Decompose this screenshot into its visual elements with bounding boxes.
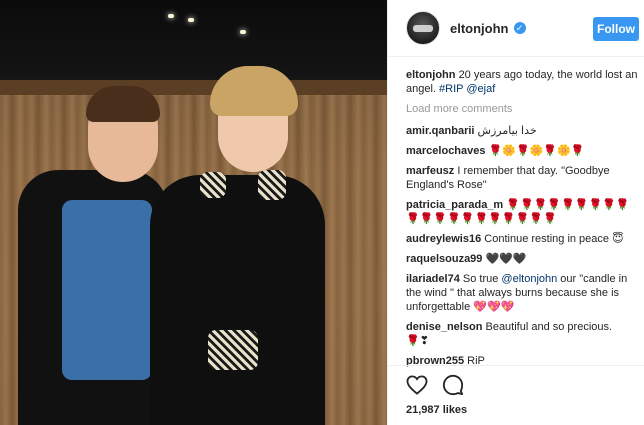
comment-username[interactable]: raquelsouza99 [406,253,482,265]
list-item: audreylewis16 Continue resting in peace … [406,232,638,246]
list-item: marcelochaves 🌹🌼🌹🌼🌹🌼🌹 [406,144,638,158]
post-header: eltonjohn ✓ Follow [388,0,644,57]
photo-bg-beam [0,80,387,96]
likes-count[interactable]: 21,987 likes [406,404,467,416]
comment-username[interactable]: marcelochaves [406,145,486,157]
divider [388,365,644,366]
comment-username[interactable]: ilariadel74 [406,273,460,285]
photo-vest [62,200,152,380]
post-photo[interactable] [0,0,387,425]
verified-badge-icon: ✓ [513,22,526,34]
follow-button[interactable]: Follow [593,17,639,41]
photo-hair-right [210,66,298,116]
comment-username[interactable]: eltonjohn [406,69,456,81]
caption: eltonjohn 20 years ago today, the world … [406,68,638,96]
comment-text: خدا بیامرزش [477,125,537,137]
post-username[interactable]: eltonjohn [450,21,509,36]
mention-link[interactable]: @ejaf [466,83,495,95]
list-item: amir.qanbarii خدا بیامرزش [406,124,638,138]
list-item: patricia_parada_m 🌹🌹🌹🌹🌹🌹🌹🌹🌹🌹🌹🌹🌹🌹🌹🌹🌹🌹🌹🌹 [406,198,638,226]
comment-text: 🌹🌼🌹🌼🌹🌼🌹 [488,145,585,157]
comment-username[interactable]: amir.qanbarii [406,125,474,137]
list-item: raquelsouza99 🖤🖤🖤 [406,252,638,266]
avatar[interactable] [406,11,440,45]
mention-link[interactable]: @eltonjohn [501,273,557,285]
list-item: denise_nelson Beautiful and so precious.… [406,320,638,348]
post-actions [406,374,464,396]
comment-text-before: So true [462,273,502,285]
comment-text: Continue resting in peace 😇 [484,233,624,245]
list-item: marfeusz I remember that day. "Goodbye E… [406,164,638,192]
comment-username[interactable]: denise_nelson [406,321,482,333]
avatar-glasses-icon [413,24,433,32]
photo-light [188,18,194,22]
photo-collar [200,172,226,198]
load-more-comments[interactable]: Load more comments [406,102,638,116]
photo-hair-left [86,86,160,122]
comment-username[interactable]: patricia_parada_m [406,199,503,211]
comments-list: eltonjohn 20 years ago today, the world … [406,68,638,374]
hashtag-link[interactable]: #RIP [439,83,463,95]
comment-username[interactable]: marfeusz [406,165,454,177]
heart-icon[interactable] [406,374,428,396]
photo-light [240,30,246,34]
comment-username[interactable]: audreylewis16 [406,233,481,245]
photo-cuff [208,330,258,370]
photo-light [168,14,174,18]
post-side-panel: eltonjohn ✓ Follow eltonjohn 20 years ag… [387,0,644,425]
photo-collar [258,170,286,200]
comment-icon[interactable] [442,374,464,396]
photo-person-right [150,175,325,425]
comment-text: 🖤🖤🖤 [485,253,527,265]
list-item: ilariadel74 So true @eltonjohn our "cand… [406,272,638,314]
